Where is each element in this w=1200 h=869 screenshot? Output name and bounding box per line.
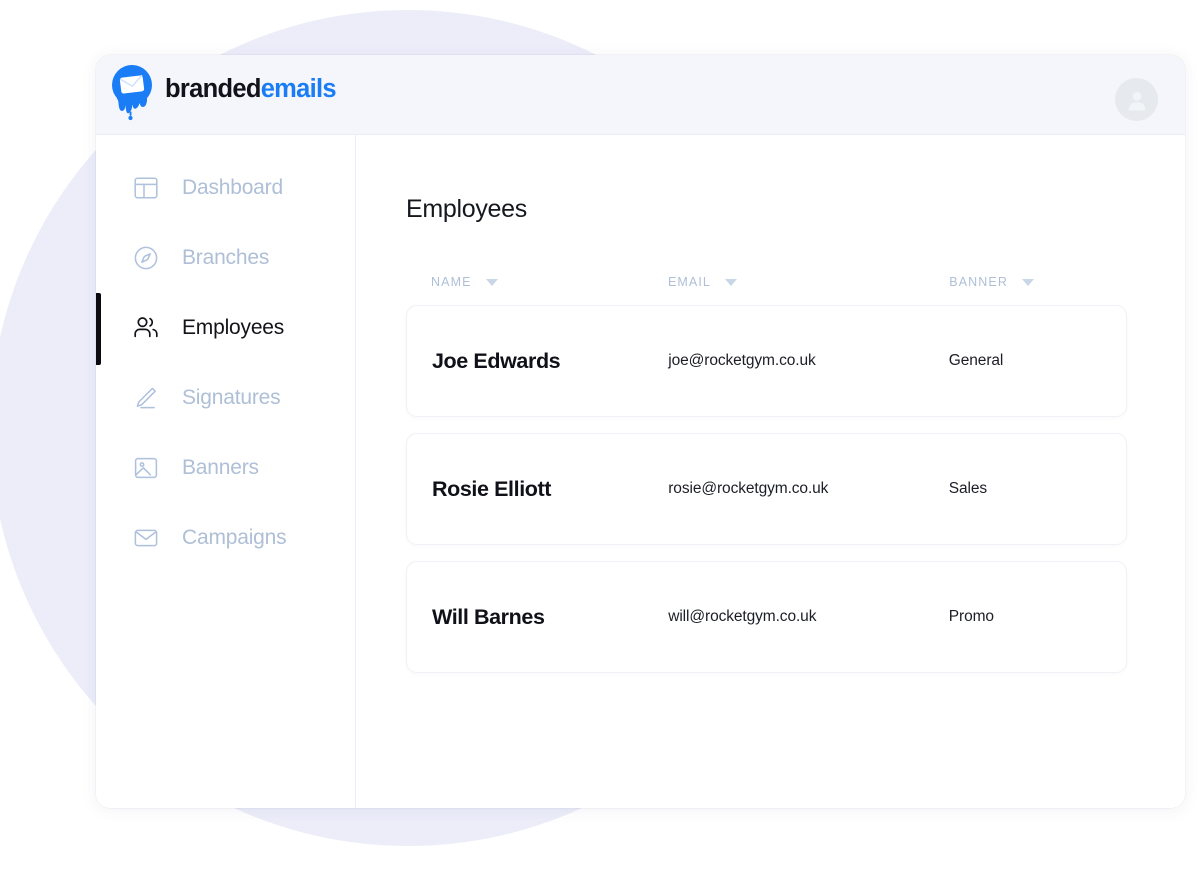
- table-row[interactable]: Will Barnes will@rocketgym.co.uk Promo: [406, 561, 1127, 673]
- brand-logo-area[interactable]: brandedemails: [108, 61, 337, 123]
- cell-email: joe@rocketgym.co.uk: [668, 352, 816, 369]
- cell-name: Will Barnes: [432, 604, 545, 629]
- column-header-label: NAME: [431, 275, 472, 289]
- sidebar-item-branches[interactable]: Branches: [96, 223, 355, 293]
- table-row[interactable]: Joe Edwards joe@rocketgym.co.uk General: [406, 305, 1127, 417]
- table-body: Joe Edwards joe@rocketgym.co.uk General …: [406, 305, 1127, 673]
- table-header-row: NAME EMAIL BANNER: [406, 267, 1127, 297]
- chevron-down-icon[interactable]: [1022, 278, 1034, 286]
- sidebar-item-employees[interactable]: Employees: [96, 293, 355, 365]
- sidebar-item-dashboard[interactable]: Dashboard: [96, 153, 355, 223]
- sidebar-item-signatures[interactable]: Signatures: [96, 363, 355, 433]
- envelope-icon: [132, 524, 160, 552]
- column-header-label: EMAIL: [667, 275, 711, 289]
- app-header: brandedemails: [96, 55, 1185, 135]
- sidebar-item-banners[interactable]: Banners: [96, 433, 355, 503]
- image-icon: [132, 454, 160, 482]
- column-header-name[interactable]: NAME: [431, 275, 668, 289]
- user-avatar-icon[interactable]: [1115, 78, 1158, 121]
- sidebar-item-label: Dashboard: [182, 176, 283, 199]
- page-title: Employees: [406, 195, 527, 223]
- column-header-banner[interactable]: BANNER: [949, 275, 1127, 289]
- cell-banner: General: [948, 352, 1004, 369]
- chevron-down-icon[interactable]: [485, 278, 498, 286]
- main-content: Employees NAME EMAIL BANNER Joe Edwards …: [356, 135, 1185, 808]
- sidebar-item-label: Campaigns: [182, 526, 287, 549]
- cell-email: rosie@rocketgym.co.uk: [668, 480, 829, 497]
- sidebar-nav: Dashboard Branches Employees Signatures …: [96, 135, 356, 808]
- layout-dashboard-icon: [132, 174, 160, 202]
- cell-email: will@rocketgym.co.uk: [668, 608, 817, 625]
- cell-banner: Sales: [948, 480, 988, 497]
- brand-name-part1: branded: [165, 75, 261, 104]
- column-header-email[interactable]: EMAIL: [668, 275, 949, 289]
- table-row[interactable]: Rosie Elliott rosie@rocketgym.co.uk Sale…: [406, 433, 1127, 545]
- users-icon: [132, 314, 160, 342]
- brand-name-part2: emails: [260, 75, 337, 104]
- pencil-icon: [132, 384, 160, 412]
- compass-icon: [132, 244, 160, 272]
- sidebar-item-label: Employees: [182, 316, 285, 339]
- sidebar-item-label: Signatures: [182, 386, 281, 409]
- cell-name: Rosie Elliott: [432, 476, 552, 501]
- app-window: brandedemails Dashboard Branches Employe…: [96, 55, 1185, 808]
- sidebar-item-label: Banners: [182, 456, 259, 479]
- sidebar-item-campaigns[interactable]: Campaigns: [96, 503, 355, 573]
- column-header-label: BANNER: [949, 275, 1008, 289]
- cell-name: Joe Edwards: [432, 348, 561, 373]
- employees-table: NAME EMAIL BANNER Joe Edwards joe@rocket…: [406, 267, 1127, 673]
- brand-name: brandedemails: [165, 75, 337, 104]
- sidebar-item-label: Branches: [182, 246, 270, 269]
- chevron-down-icon[interactable]: [724, 278, 737, 286]
- envelope-drip-logo-icon: [108, 61, 156, 123]
- cell-banner: Promo: [948, 608, 994, 625]
